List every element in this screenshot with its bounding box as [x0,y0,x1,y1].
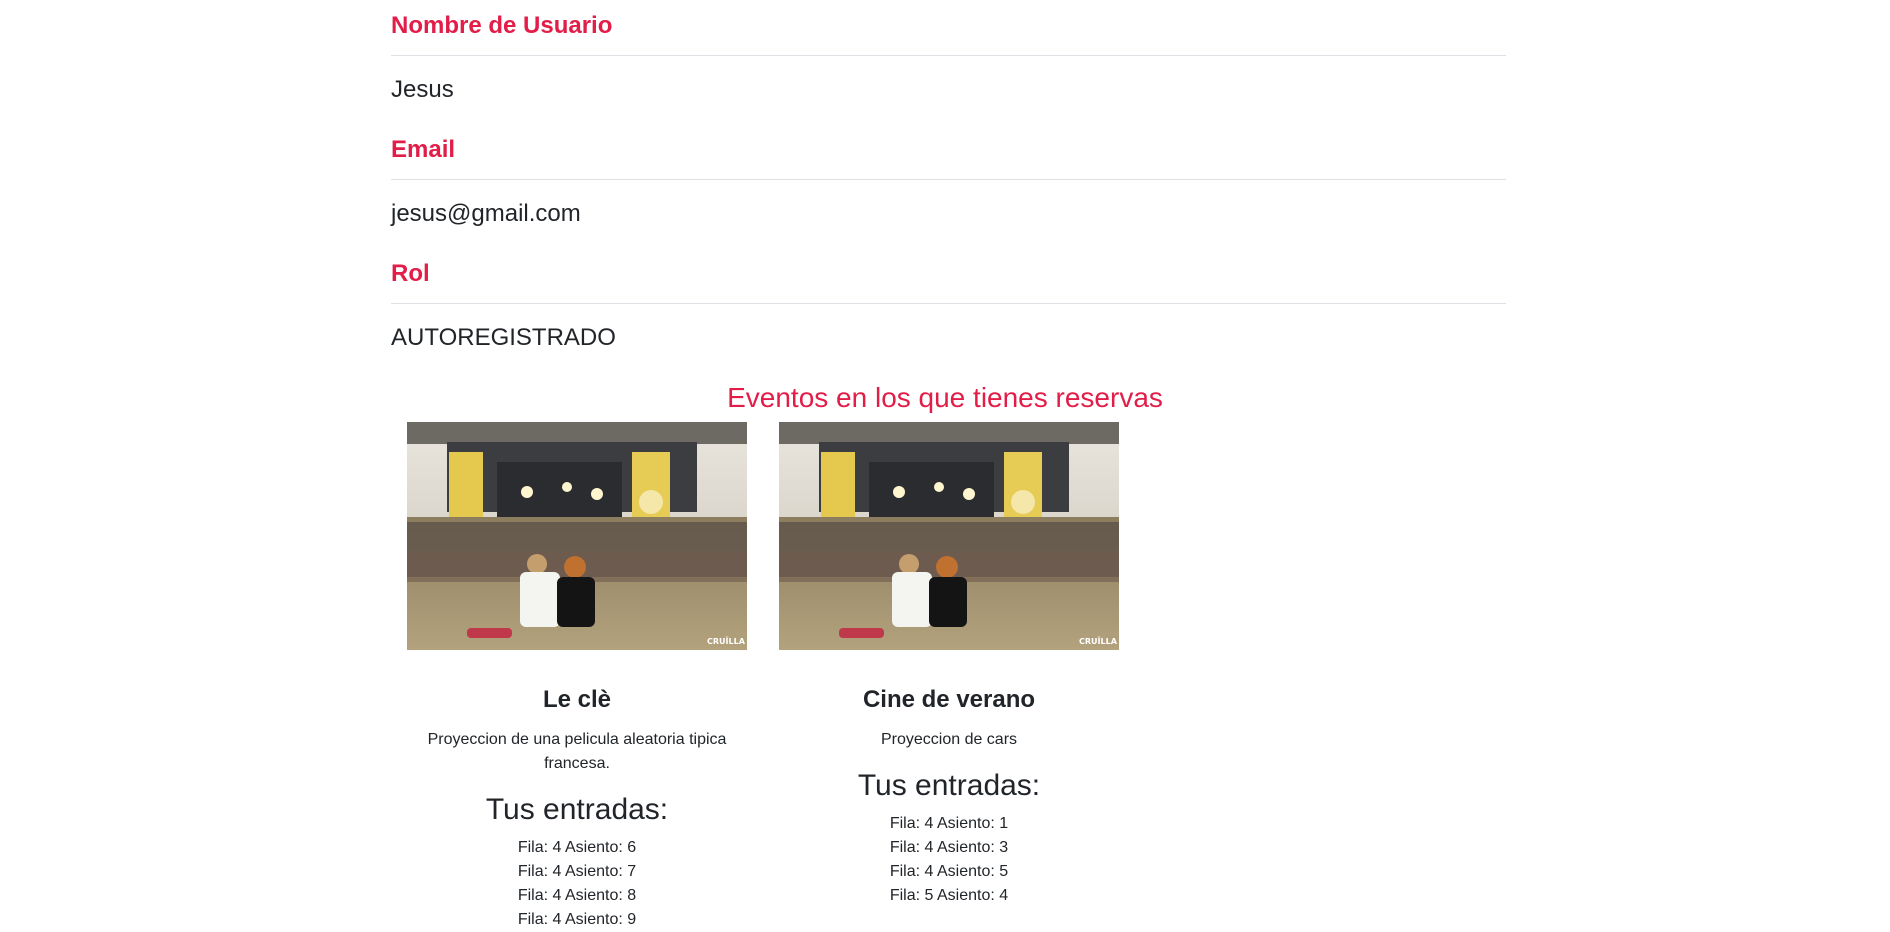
event-card[interactable]: CRUÏLLA Cine de verano Proyeccion de car… [779,422,1119,932]
event-image: CRUÏLLA [779,422,1119,650]
event-description: Proyeccion de una pelicula aleatoria tip… [427,731,727,772]
ticket-item: Fila: 4 Asiento: 8 [517,887,637,904]
ticket-item: Fila: 4 Asiento: 7 [517,863,637,880]
ticket-item: Fila: 4 Asiento: 5 [889,863,1009,880]
ticket-item: Fila: 4 Asiento: 9 [517,911,637,928]
event-title: Le clè [542,686,612,713]
events-section-title: Eventos en los que tienes reservas [727,382,1163,413]
event-title: Cine de verano [862,686,1036,713]
event-list: CRUÏLLA Le clè Proyeccion de una pelicul… [407,422,1119,932]
event-description: Proyeccion de cars [880,731,1018,748]
username-label: Nombre de Usuario [391,0,1506,56]
event-image: CRUÏLLA [407,422,747,650]
user-profile: Nombre de Usuario Jesus Email jesus@gmai… [391,0,1506,372]
ticket-item: Fila: 5 Asiento: 4 [889,887,1009,904]
role-value: AUTOREGISTRADO [391,324,616,351]
ticket-item: Fila: 4 Asiento: 6 [517,839,637,856]
email-value: jesus@gmail.com [391,200,581,227]
tickets-heading: Tus entradas: [485,793,669,826]
username-value: Jesus [391,76,454,103]
image-watermark: CRUÏLLA [707,636,746,646]
email-label: Email [391,124,1506,180]
ticket-item: Fila: 4 Asiento: 3 [889,839,1009,856]
tickets-heading: Tus entradas: [857,769,1041,802]
image-watermark: CRUÏLLA [1079,636,1118,646]
ticket-item: Fila: 4 Asiento: 1 [889,815,1009,832]
event-card[interactable]: CRUÏLLA Le clè Proyeccion de una pelicul… [407,422,747,932]
role-label: Rol [391,248,1506,304]
